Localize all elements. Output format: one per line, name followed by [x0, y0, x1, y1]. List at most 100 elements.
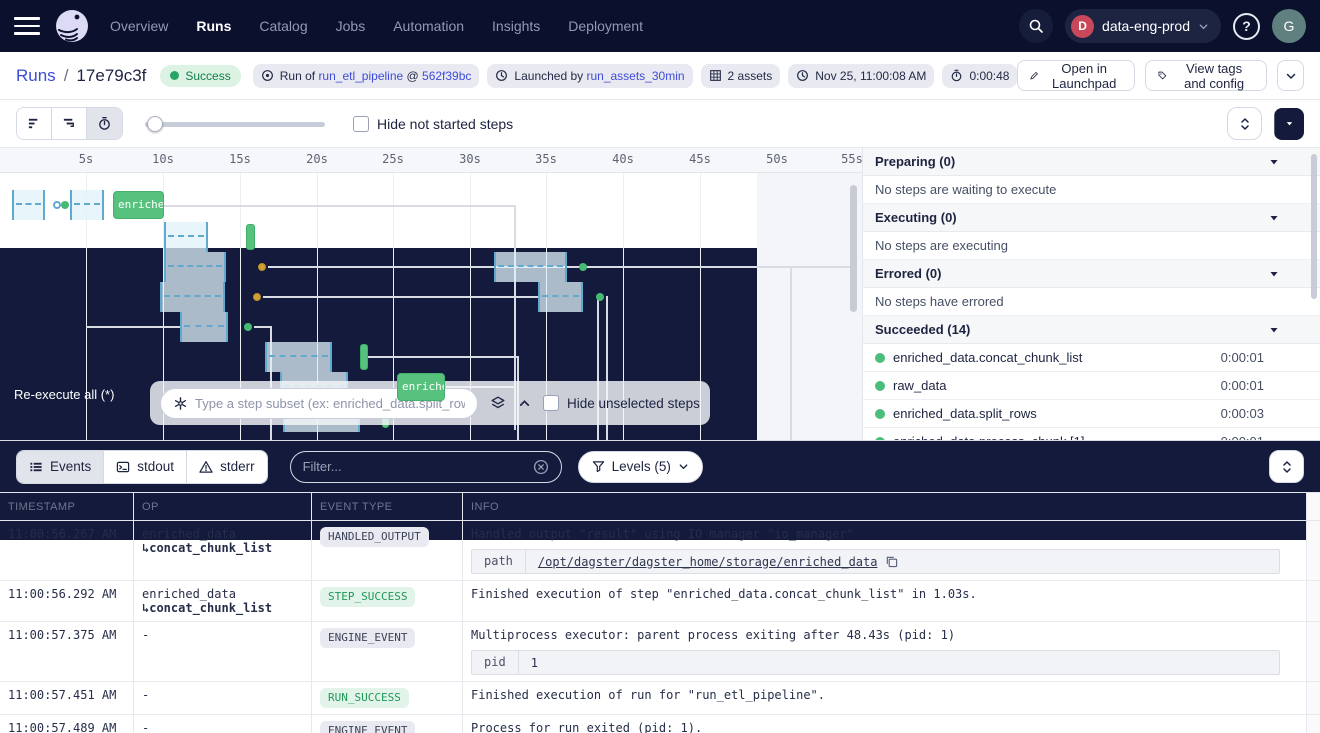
layers-icon[interactable] [490, 395, 506, 411]
gantt-scrollbar[interactable] [850, 185, 857, 312]
zoom-slider[interactable] [145, 116, 325, 132]
gantt-bar-pending[interactable] [494, 252, 567, 282]
metadata-value: /opt/dagster/dagster_home/storage/enrich… [526, 550, 911, 573]
success-dot-icon [875, 409, 885, 419]
gantt-bar-pending[interactable] [164, 252, 226, 282]
nav-item-overview[interactable]: Overview [110, 18, 168, 34]
section-header-1[interactable]: Executing (0) [863, 204, 1320, 232]
event-row[interactable]: 11:00:57.451 AM-RUN_SUCCESSFinished exec… [0, 682, 1320, 715]
axis-tick-10s: 10s [152, 152, 174, 166]
nav-item-automation[interactable]: Automation [393, 18, 464, 34]
metadata-path-link[interactable]: /opt/dagster/dagster_home/storage/enrich… [538, 555, 878, 569]
nav-item-runs[interactable]: Runs [196, 18, 231, 34]
event-metadata-table: path/opt/dagster/dagster_home/storage/en… [471, 549, 1280, 574]
log-sort-icon[interactable] [1269, 450, 1304, 483]
search-icon[interactable] [1019, 9, 1053, 43]
run-header: Runs / 17e79c3f Success Run of run_etl_p… [0, 52, 1320, 100]
event-row[interactable]: 11:00:57.375 AM-ENGINE_EVENTMultiprocess… [0, 622, 1320, 682]
status-dot-icon [170, 71, 179, 80]
nav-item-insights[interactable]: Insights [492, 18, 540, 34]
step-row[interactable]: enriched_data.split_rows0:00:03 [863, 400, 1320, 428]
gantt-bar-pending[interactable] [12, 190, 45, 220]
view-flat-icon[interactable] [17, 108, 52, 139]
step-row[interactable]: raw_data 0:00:01 [863, 372, 1320, 400]
gantt-bar-pending[interactable] [160, 282, 225, 312]
header-gutter [1306, 493, 1320, 520]
main-split: 5s10s15s20s25s30s35s40s45s50s55s Hide un… [0, 148, 1320, 440]
tag-link[interactable]: run_etl_pipeline [318, 69, 403, 83]
gantt-bar-pending[interactable] [70, 190, 104, 220]
chevron-up-icon[interactable] [518, 397, 531, 410]
gantt-bar-success[interactable] [360, 344, 368, 370]
hamburger-menu-icon[interactable] [14, 17, 40, 35]
gantt-bar-pending[interactable] [164, 222, 208, 252]
row-gutter [1306, 521, 1320, 580]
open-in-launchpad-button[interactable]: Open in Launchpad [1017, 60, 1135, 91]
slider-track[interactable] [145, 122, 325, 127]
hide-unselected-checkbox[interactable] [543, 395, 559, 411]
section-title: Preparing (0) [875, 154, 955, 169]
steps-scrollbar[interactable] [1311, 154, 1317, 299]
event-info: Handled output "result" using IO manager… [462, 521, 1306, 580]
workspace-switcher[interactable]: D data-eng-prod [1065, 9, 1221, 43]
nav-item-deployment[interactable]: Deployment [568, 18, 643, 34]
event-op: - [133, 622, 311, 681]
gantt-bar-success[interactable] [246, 224, 255, 250]
dagster-logo[interactable] [54, 8, 90, 44]
run-tag-text: 2 assets [728, 69, 773, 83]
more-actions-button[interactable] [1277, 60, 1304, 91]
step-name: raw_data [893, 378, 946, 393]
event-row[interactable]: 11:00:56.292 AMenriched_data↳concat_chun… [0, 581, 1320, 622]
chevron-down-icon [678, 461, 689, 472]
run-tag-text: Nov 25, 11:00:08 AM [815, 69, 926, 83]
section-title: Executing (0) [875, 210, 957, 225]
gantt-bar-pending[interactable] [265, 342, 332, 372]
slider-handle[interactable] [147, 116, 163, 132]
view-waterfall-icon[interactable] [52, 108, 87, 139]
step-row[interactable]: enriched_data.concat_chunk_list0:00:01 [863, 344, 1320, 372]
log-tabs: Eventsstdoutstderr [16, 450, 268, 484]
filter-input[interactable] [303, 459, 525, 474]
event-type-cell: ENGINE_EVENT [311, 715, 462, 733]
event-type-badge: HANDLED_OUTPUT [320, 527, 429, 547]
gantt-bar-success-labeled[interactable]: enriche… [113, 191, 164, 219]
event-row[interactable]: 11:00:57.489 AM-ENGINE_EVENTProcess for … [0, 715, 1320, 733]
copy-icon[interactable] [885, 555, 898, 568]
view-tags-config-button[interactable]: View tags and config [1145, 60, 1267, 91]
tag-link[interactable]: 562f39bc [422, 69, 471, 83]
step-name: enriched_data.split_rows [893, 406, 1037, 421]
clear-filter-icon[interactable] [533, 459, 549, 475]
step-row[interactable]: enriched_data.process_chunk [1]0:00:01 [863, 428, 1320, 440]
hide-not-started-checkbox[interactable] [353, 116, 369, 132]
levels-filter-button[interactable]: Levels (5) [578, 451, 703, 483]
breadcrumb-runs-link[interactable]: Runs [16, 66, 56, 86]
reexecute-split-button[interactable]: Re-execute all (*) [1274, 108, 1304, 140]
section-header-3[interactable]: Succeeded (14) [863, 316, 1320, 344]
gantt-bar-pending[interactable] [538, 282, 583, 312]
row-gutter [1306, 715, 1320, 733]
tab-events[interactable]: Events [17, 451, 104, 483]
section-header-2[interactable]: Errored (0) [863, 260, 1320, 288]
nav-item-jobs[interactable]: Jobs [336, 18, 366, 34]
step-duration: 0:00:01 [1221, 378, 1264, 393]
tab-stderr[interactable]: stderr [187, 451, 267, 483]
step-duration: 0:00:01 [1221, 350, 1264, 365]
user-avatar[interactable]: G [1272, 9, 1306, 43]
step-sort-icon[interactable] [1227, 107, 1262, 140]
gantt-bar-pending[interactable] [180, 312, 228, 342]
reexecute-caret-icon[interactable] [1274, 108, 1304, 140]
view-timed-icon[interactable] [87, 108, 122, 139]
caret-down-icon [1268, 268, 1294, 280]
section-header-0[interactable]: Preparing (0) [863, 148, 1320, 176]
gantt-marker-green [596, 293, 604, 301]
event-row[interactable]: 11:00:56.267 AMenriched_data↳concat_chun… [0, 521, 1320, 581]
section-empty-text: No steps are waiting to execute [863, 176, 1320, 204]
event-op: enriched_data↳concat_chunk_list [133, 521, 311, 580]
axis-tick-45s: 45s [689, 152, 711, 166]
tab-stdout[interactable]: stdout [104, 451, 187, 483]
gantt-bar-success-labeled[interactable]: enriche… [397, 373, 445, 401]
tag-link[interactable]: run_assets_30min [586, 69, 684, 83]
help-icon[interactable]: ? [1233, 13, 1260, 40]
tag-icon [1158, 69, 1167, 82]
nav-item-catalog[interactable]: Catalog [259, 18, 307, 34]
